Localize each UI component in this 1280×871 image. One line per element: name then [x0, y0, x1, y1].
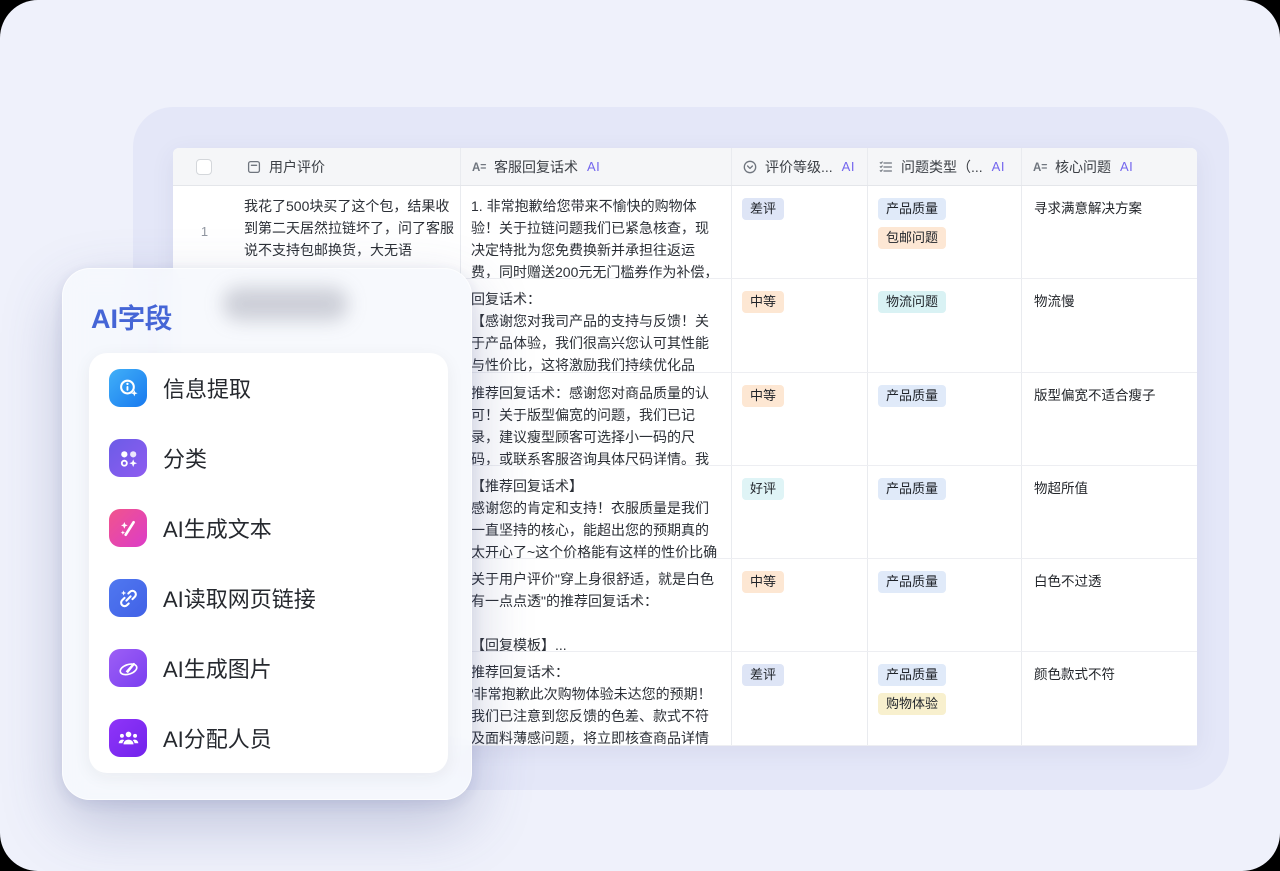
panel-item-5[interactable]: AI生成图片	[89, 633, 448, 703]
text-field-icon	[246, 159, 262, 175]
reply-cell[interactable]: 回复话术： 【感谢您对我司产品的支持与反馈！关于产品体验，我们很高兴您认可其性能…	[461, 279, 732, 371]
tag-row: 产品质量	[878, 663, 1011, 686]
tag-row: 购物体验	[878, 692, 1011, 715]
grid-header-row: 用户评价 A 客服回复话术 AI 评价等级... AI 问题类型（... AI A 核心问题 AI	[173, 148, 1197, 186]
panel-title: AI字段	[91, 297, 172, 336]
reply-cell[interactable]: 关于用户评价"穿上身很舒适，就是白色有一点点透"的推荐回复话术： 【回复模板】.…	[461, 559, 732, 651]
ai-weblink-icon	[109, 579, 147, 617]
core-cell[interactable]: 白色不过透	[1022, 559, 1197, 651]
classify-icon	[109, 439, 147, 477]
ai-badge: AI	[992, 159, 1005, 174]
reply-cell[interactable]: 推荐回复话术： '非常抱歉此次购物体验未达您的预期！我们已注意到您反馈的色差、款…	[461, 652, 732, 744]
column-label: 核心问题	[1055, 157, 1111, 177]
row-number: 1	[173, 186, 236, 278]
multi-select-icon	[878, 159, 894, 175]
ai-fields-panel: AI字段 信息提取分类 AI生成文本 AI读取网页链接 AI生成图片 AI分配人员	[62, 268, 472, 800]
type-tag: 购物体验	[878, 693, 946, 715]
type-tag: 产品质量	[878, 571, 946, 593]
panel-item-3[interactable]: AI生成文本	[89, 493, 448, 563]
column-header[interactable]: 问题类型（... AI	[868, 148, 1022, 185]
svg-text:A: A	[472, 162, 480, 174]
ai-image-icon	[109, 649, 147, 687]
reply-cell[interactable]: 【推荐回复话术】 感谢您的肯定和支持！衣服质量是我们一直坚持的核心，能超出您的预…	[461, 466, 732, 558]
panel-item-label: AI分配人员	[163, 722, 272, 754]
ai-text-field-icon: A	[471, 159, 487, 175]
type-tag: 产品质量	[878, 198, 946, 220]
tag-row: 产品质量	[878, 477, 1011, 500]
ai-text-icon	[109, 509, 147, 547]
level-tag: 中等	[742, 385, 784, 407]
ai-text-field-icon: A	[1032, 159, 1048, 175]
level-cell[interactable]: 中等	[732, 279, 868, 371]
core-cell[interactable]: 颜色款式不符	[1022, 652, 1197, 744]
type-tag: 产品质量	[878, 478, 946, 500]
type-tag: 产品质量	[878, 664, 946, 686]
level-cell[interactable]: 中等	[732, 373, 868, 465]
reply-cell[interactable]: 1. 非常抱歉给您带来不愉快的购物体验！关于拉链问题我们已紧急核查，现决定特批为…	[461, 186, 732, 278]
tag-row: 物流问题	[878, 290, 1011, 313]
tag-row: 包邮问题	[878, 226, 1011, 249]
types-cell[interactable]: 产品质量	[868, 373, 1022, 465]
info-extract-icon	[109, 369, 147, 407]
types-cell[interactable]: 物流问题	[868, 279, 1022, 371]
types-cell[interactable]: 产品质量购物体验	[868, 652, 1022, 744]
level-tag: 好评	[742, 478, 784, 500]
types-cell[interactable]: 产品质量	[868, 559, 1022, 651]
core-cell[interactable]: 寻求满意解决方案	[1022, 186, 1197, 278]
level-cell[interactable]: 差评	[732, 186, 868, 278]
column-header[interactable]: 用户评价	[236, 148, 461, 185]
reply-cell[interactable]: 推荐回复话术：感谢您对商品质量的认可！关于版型偏宽的问题，我们已记录，建议瘦型顾…	[461, 373, 732, 465]
tag-row: 产品质量	[878, 197, 1011, 220]
panel-item-label: AI读取网页链接	[163, 582, 316, 614]
level-tag: 中等	[742, 291, 784, 313]
level-tag: 差评	[742, 664, 784, 686]
column-label: 用户评价	[269, 157, 325, 177]
core-cell[interactable]: 版型偏宽不适合瘦子	[1022, 373, 1197, 465]
select-all-cell	[173, 148, 236, 185]
ai-badge: AI	[587, 159, 600, 174]
type-tag: 物流问题	[878, 291, 946, 313]
ai-assign-icon	[109, 719, 147, 757]
type-tag: 产品质量	[878, 385, 946, 407]
column-header[interactable]: 评价等级... AI	[732, 148, 868, 185]
column-label: 问题类型（...	[901, 157, 983, 177]
panel-item-label: 分类	[163, 442, 207, 474]
tag-row: 产品质量	[878, 384, 1011, 407]
level-cell[interactable]: 差评	[732, 652, 868, 744]
table-row: 1我花了500块买了这个包，结果收到第二天居然拉链坏了，问了客服说不支持包邮换货…	[173, 186, 1197, 279]
single-select-icon	[742, 159, 758, 175]
type-tag: 包邮问题	[878, 227, 946, 249]
column-header[interactable]: A 核心问题 AI	[1022, 148, 1197, 185]
core-cell[interactable]: 物流慢	[1022, 279, 1197, 371]
app-page: 用户评价A客服回复话术AI评价等级...AI问题类型（...AIA核心问题AI …	[0, 0, 1280, 871]
level-tag: 差评	[742, 198, 784, 220]
panel-item-label: 信息提取	[163, 372, 251, 404]
level-cell[interactable]: 中等	[732, 559, 868, 651]
panel-item-2[interactable]: 分类	[89, 423, 448, 493]
svg-text:A: A	[1033, 162, 1041, 174]
blurred-background-content	[223, 287, 348, 321]
core-cell[interactable]: 物超所值	[1022, 466, 1197, 558]
tag-row: 产品质量	[878, 570, 1011, 593]
column-label: 客服回复话术	[494, 157, 578, 177]
column-header[interactable]: A 客服回复话术 AI	[461, 148, 732, 185]
panel-item-6[interactable]: AI分配人员	[89, 703, 448, 773]
column-label: 评价等级...	[765, 157, 833, 177]
level-tag: 中等	[742, 571, 784, 593]
types-cell[interactable]: 产品质量包邮问题	[868, 186, 1022, 278]
ai-fields-list: 信息提取分类 AI生成文本 AI读取网页链接 AI生成图片 AI分配人员	[89, 353, 448, 773]
panel-item-4[interactable]: AI读取网页链接	[89, 563, 448, 633]
level-cell[interactable]: 好评	[732, 466, 868, 558]
panel-item-label: AI生成图片	[163, 652, 272, 684]
review-cell[interactable]: 我花了500块买了这个包，结果收到第二天居然拉链坏了，问了客服说不支持包邮换货，…	[236, 186, 461, 278]
select-all-checkbox[interactable]	[196, 159, 212, 175]
panel-item-1[interactable]: 信息提取	[89, 353, 448, 423]
ai-badge: AI	[842, 159, 855, 174]
ai-badge: AI	[1120, 159, 1133, 174]
panel-item-label: AI生成文本	[163, 512, 272, 544]
types-cell[interactable]: 产品质量	[868, 466, 1022, 558]
